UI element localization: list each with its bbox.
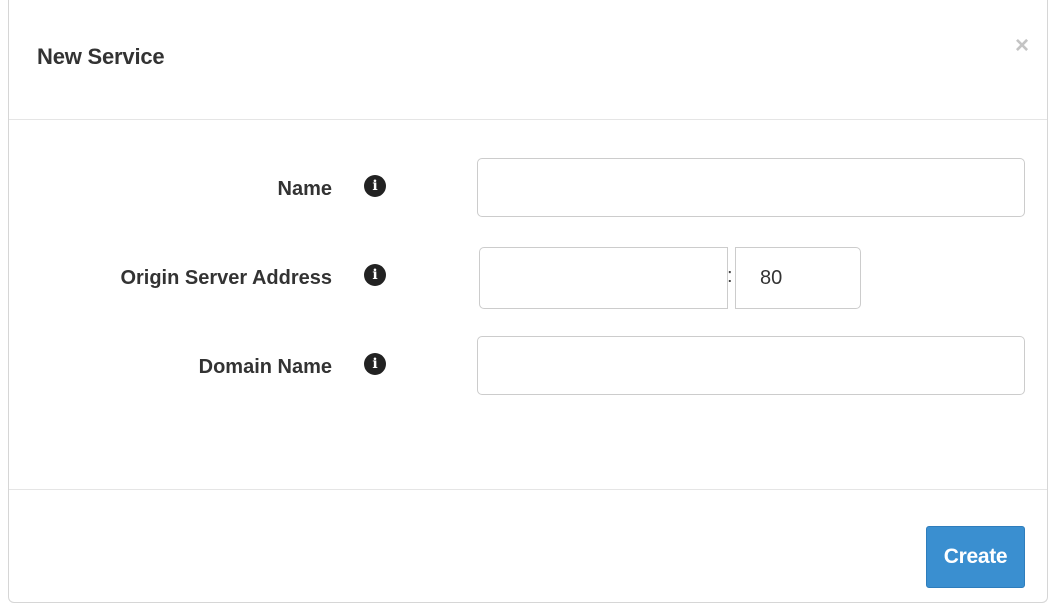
origin-host-input[interactable]	[479, 247, 728, 309]
domain-name-input[interactable]	[477, 336, 1025, 395]
dialog-footer: Create	[9, 489, 1047, 603]
dialog-header: New Service ×	[9, 0, 1047, 120]
info-icon[interactable]: i	[364, 353, 386, 375]
dialog-title: New Service	[37, 44, 165, 69]
host-port-separator: :	[727, 265, 733, 287]
form-row-domain-name: Domain Name i	[9, 336, 1047, 396]
domain-name-label: Domain Name	[198, 356, 332, 378]
create-button[interactable]: Create	[926, 526, 1025, 588]
origin-port-input[interactable]	[735, 247, 861, 309]
info-icon[interactable]: i	[364, 264, 386, 286]
name-input[interactable]	[477, 158, 1025, 217]
name-label: Name	[277, 178, 332, 200]
info-icon[interactable]: i	[364, 175, 386, 197]
origin-server-address-label: Origin Server Address	[120, 267, 332, 289]
form-row-name: Name i	[9, 158, 1047, 218]
new-service-dialog: New Service × Name i Origin Server Addre…	[8, 0, 1048, 603]
form-row-origin-server-address: Origin Server Address i :	[9, 247, 1047, 309]
close-icon[interactable]: ×	[1015, 34, 1029, 58]
